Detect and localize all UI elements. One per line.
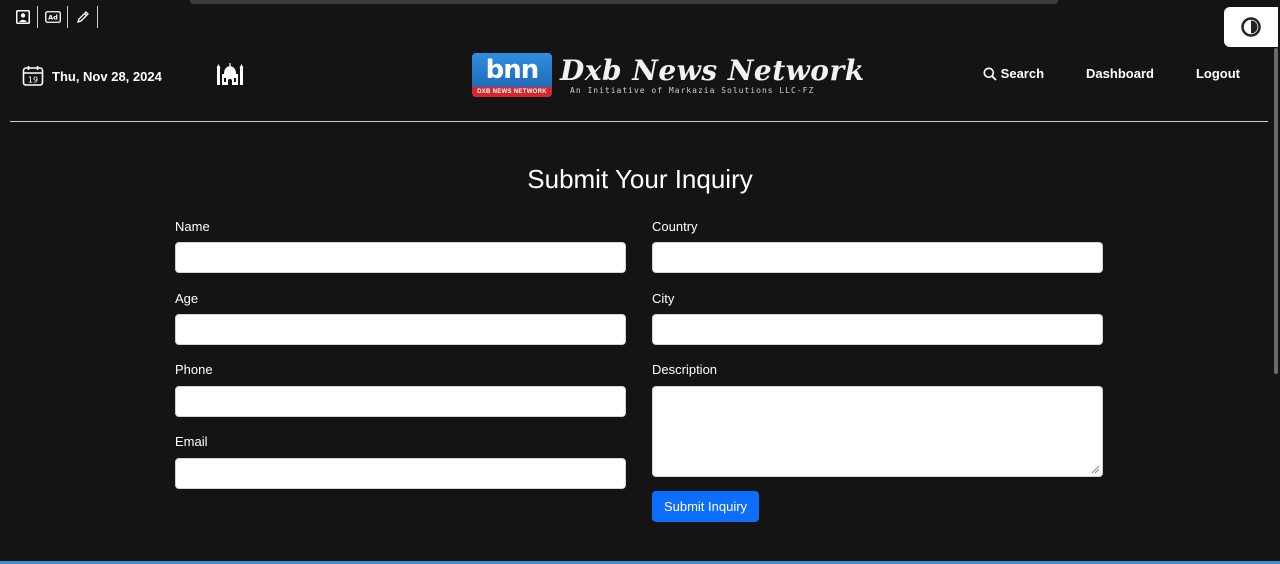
email-label: Email bbox=[175, 434, 208, 449]
theme-toggle-button[interactable] bbox=[1224, 7, 1278, 47]
form-title: Submit Your Inquiry bbox=[527, 164, 753, 194]
profile-icon bbox=[15, 10, 30, 24]
dashboard-link[interactable]: Dashboard bbox=[1086, 66, 1154, 81]
main-nav: Search Dashboard Logout bbox=[941, 66, 1240, 81]
phone-label: Phone bbox=[175, 362, 213, 377]
svg-text:Ad: Ad bbox=[48, 14, 58, 22]
description-field[interactable] bbox=[652, 386, 1103, 477]
city-label: City bbox=[652, 291, 675, 306]
logo-title: Dxb News Network bbox=[560, 53, 865, 87]
logo-badge: bnn DXB NEWS NETWORK bbox=[472, 53, 552, 97]
logout-label: Logout bbox=[1195, 66, 1240, 81]
page: Ad 19 Thu, Nov 28, 2024 bnn DXB NEWS NET… bbox=[0, 0, 1280, 564]
search-icon bbox=[983, 67, 997, 81]
logo-subtitle: An Initiative of Markazia Solutions LLC-… bbox=[570, 85, 815, 95]
search-label: Search bbox=[1000, 66, 1045, 81]
mini-toolbar: Ad bbox=[8, 6, 98, 28]
city-field[interactable] bbox=[652, 314, 1103, 345]
ad-button[interactable]: Ad bbox=[38, 6, 68, 28]
country-field[interactable] bbox=[652, 242, 1103, 273]
calendar-icon: 19 bbox=[22, 66, 44, 86]
date-display: 19 Thu, Nov 28, 2024 bbox=[22, 65, 162, 87]
svg-text:19: 19 bbox=[28, 76, 38, 85]
age-field[interactable] bbox=[175, 314, 626, 345]
age-label: Age bbox=[175, 291, 199, 306]
name-label: Name bbox=[175, 219, 210, 234]
description-label: Description bbox=[652, 362, 718, 377]
mosque-icon bbox=[216, 63, 244, 85]
email-field[interactable] bbox=[175, 458, 626, 489]
submit-inquiry-button[interactable]: Submit Inquiry bbox=[652, 491, 759, 522]
contrast-icon bbox=[1241, 17, 1261, 37]
country-label: Country bbox=[652, 219, 698, 234]
phone-field[interactable] bbox=[175, 386, 626, 417]
search-link[interactable]: Search bbox=[983, 66, 1044, 81]
current-date: Thu, Nov 28, 2024 bbox=[52, 68, 162, 84]
site-logo[interactable]: bnn DXB NEWS NETWORK Dxb News Network An… bbox=[472, 53, 865, 97]
dashboard-label: Dashboard bbox=[1086, 66, 1154, 81]
logout-link[interactable]: Logout bbox=[1196, 66, 1240, 81]
resize-grip-icon[interactable] bbox=[1090, 464, 1100, 474]
top-bar bbox=[190, 0, 1058, 4]
site-header: 19 Thu, Nov 28, 2024 bnn DXB NEWS NETWOR… bbox=[10, 48, 1268, 122]
logo-text: Dxb News Network An Initiative of Markaz… bbox=[560, 53, 865, 95]
scrollbar[interactable] bbox=[1274, 48, 1278, 374]
prayer-times-button[interactable] bbox=[216, 62, 244, 91]
edit-button[interactable] bbox=[68, 6, 98, 28]
ad-icon: Ad bbox=[44, 11, 61, 23]
profile-button[interactable] bbox=[8, 6, 38, 28]
pencil-icon bbox=[76, 11, 89, 24]
name-field[interactable] bbox=[175, 242, 626, 273]
